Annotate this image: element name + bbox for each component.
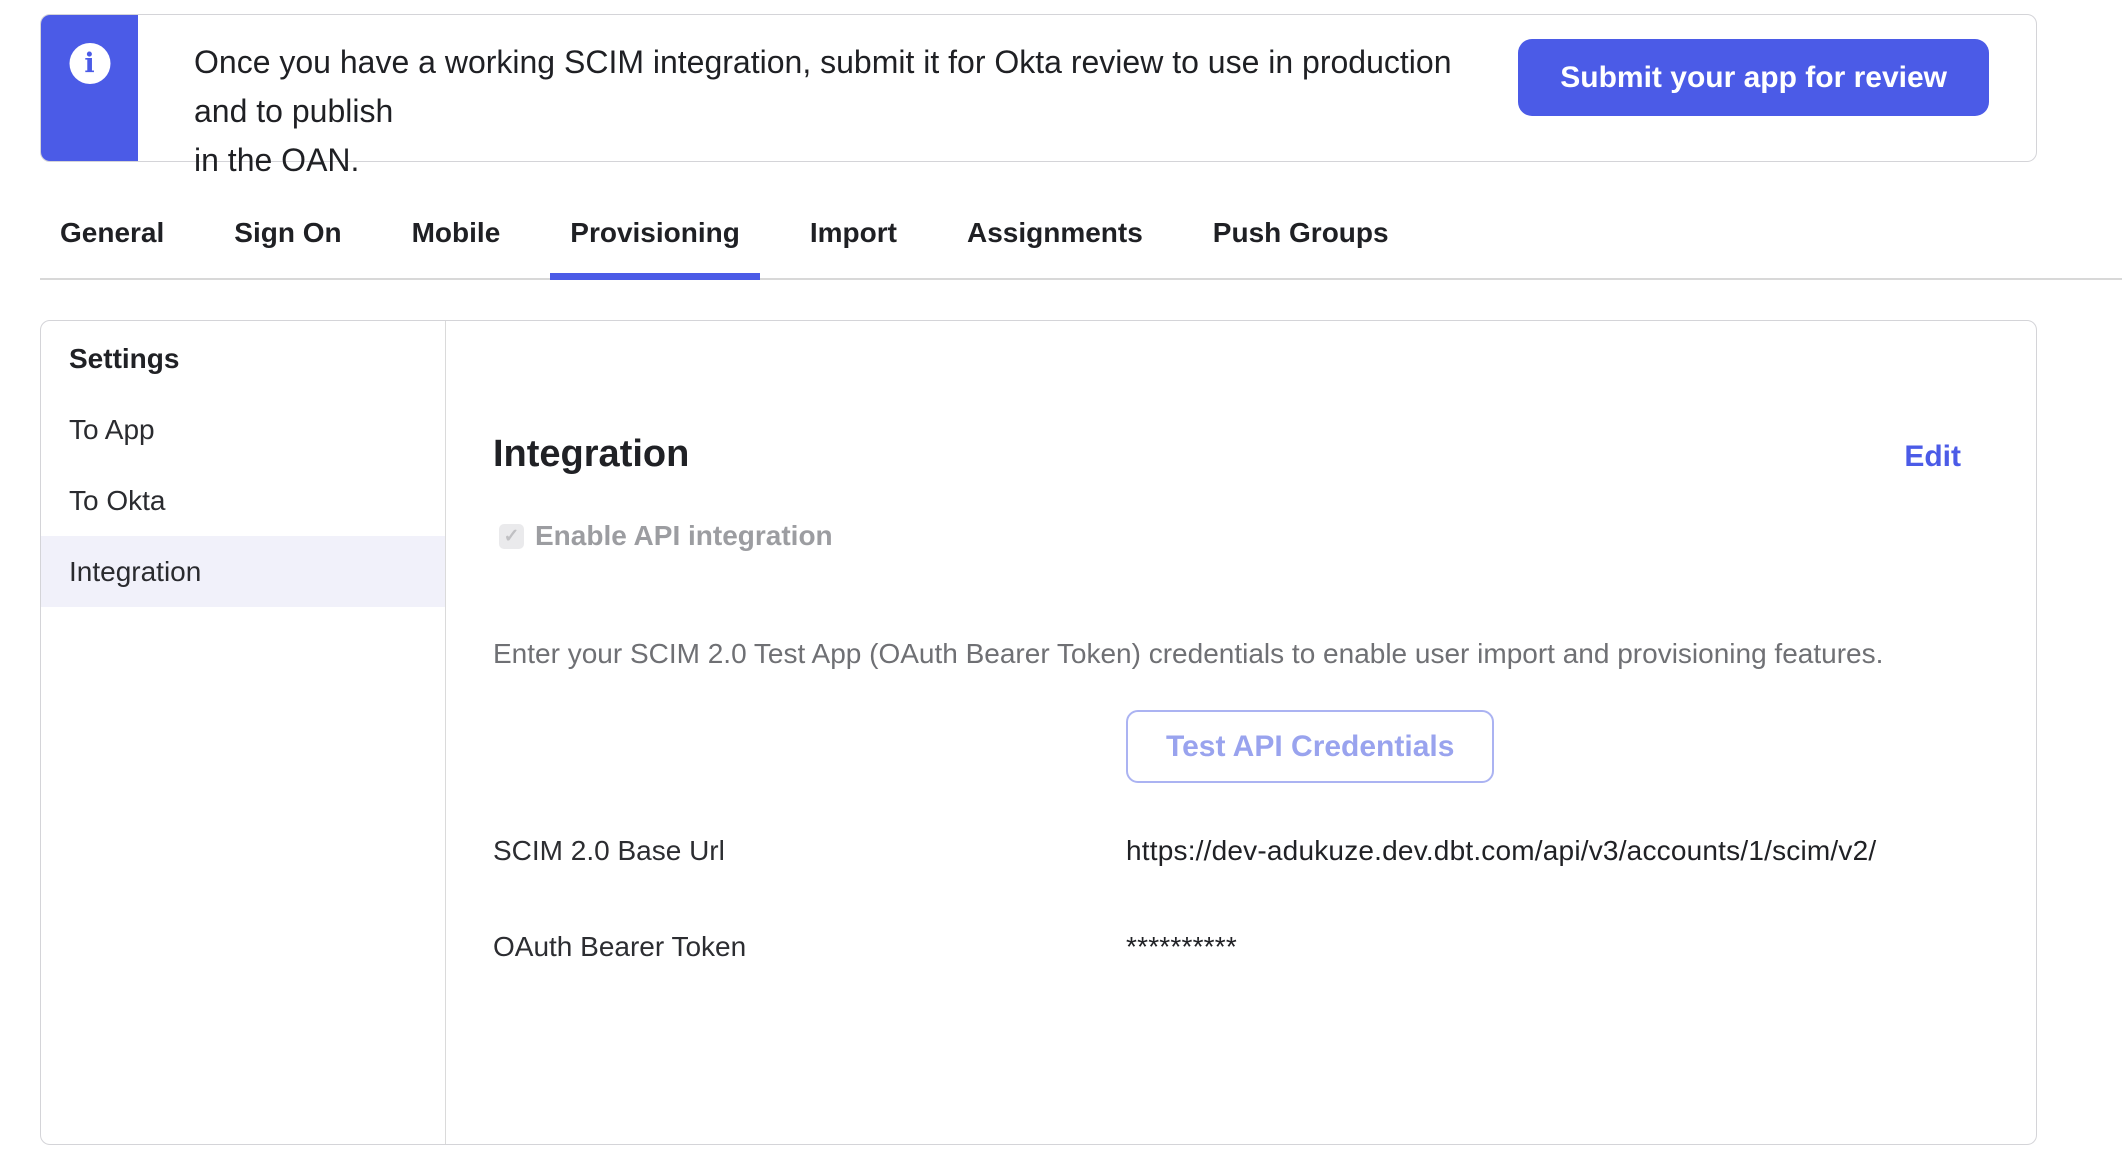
scim-base-url-value: https://dev-adukuze.dev.dbt.com/api/v3/a…: [1126, 835, 1876, 867]
tab-mobile[interactable]: Mobile: [392, 205, 521, 280]
integration-header: Integration Edit: [493, 433, 1961, 476]
provisioning-panel: Settings To App To Okta Integration Inte…: [40, 320, 2037, 1145]
scim-base-url-label: SCIM 2.0 Base Url: [493, 835, 1126, 867]
banner-message-line-2: in the OAN.: [194, 136, 1478, 185]
tab-general[interactable]: General: [40, 205, 184, 280]
enable-api-integration-label: Enable API integration: [535, 520, 833, 552]
tab-provisioning[interactable]: Provisioning: [550, 205, 760, 280]
oauth-bearer-token-value: **********: [1126, 931, 1237, 963]
page-title: Integration: [493, 433, 689, 476]
sidebar-header-settings: Settings: [41, 323, 445, 394]
tab-import[interactable]: Import: [790, 205, 917, 280]
banner-accent-block: i: [41, 15, 138, 161]
edit-link[interactable]: Edit: [1904, 440, 1961, 474]
scim-base-url-row: SCIM 2.0 Base Url https://dev-adukuze.de…: [493, 835, 1961, 867]
settings-sidebar: Settings To App To Okta Integration: [41, 321, 446, 1144]
tab-assignments[interactable]: Assignments: [947, 205, 1163, 280]
sidebar-item-to-okta[interactable]: To Okta: [41, 465, 445, 536]
banner-message-line-1: Once you have a working SCIM integration…: [194, 38, 1478, 136]
info-icon: i: [69, 43, 110, 84]
oauth-bearer-token-label: OAuth Bearer Token: [493, 931, 1126, 963]
info-banner: i Once you have a working SCIM integrati…: [40, 14, 2037, 162]
test-api-credentials-button[interactable]: Test API Credentials: [1126, 710, 1494, 783]
enable-api-integration-row: ✓ Enable API integration: [499, 520, 1961, 552]
credentials-description: Enter your SCIM 2.0 Test App (OAuth Bear…: [493, 638, 1961, 670]
tab-sign-on[interactable]: Sign On: [214, 205, 361, 280]
banner-message: Once you have a working SCIM integration…: [138, 15, 1518, 161]
tab-push-groups[interactable]: Push Groups: [1193, 205, 1409, 280]
sidebar-item-integration[interactable]: Integration: [41, 536, 445, 607]
oauth-bearer-token-row: OAuth Bearer Token **********: [493, 931, 1961, 963]
app-tabs: General Sign On Mobile Provisioning Impo…: [40, 205, 2122, 280]
integration-section: Integration Edit ✓ Enable API integratio…: [446, 321, 2036, 1144]
submit-app-for-review-button[interactable]: Submit your app for review: [1518, 39, 1989, 116]
enable-api-integration-checkbox: ✓: [499, 524, 524, 549]
sidebar-item-to-app[interactable]: To App: [41, 394, 445, 465]
